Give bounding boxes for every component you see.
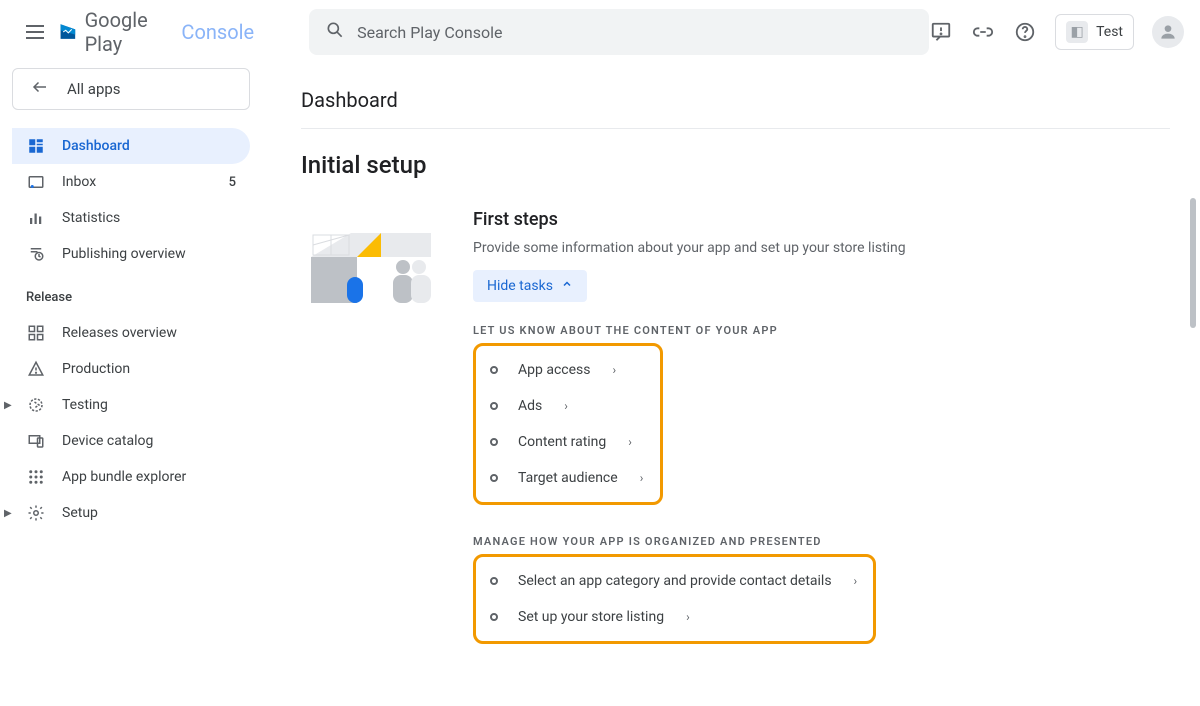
sidebar-item-setup[interactable]: ▶ Setup: [12, 495, 250, 531]
topbar: Google Play Console ◧ Test: [0, 0, 1200, 64]
search-box[interactable]: [309, 9, 929, 55]
task-status-icon: [490, 438, 498, 446]
sidebar-item-label: Publishing overview: [62, 246, 186, 262]
sidebar-item-testing[interactable]: ▶ Testing: [12, 387, 250, 423]
publishing-icon: [26, 244, 46, 264]
hamburger-menu-icon[interactable]: [24, 20, 46, 44]
task-group-label-manage: MANAGE HOW YOUR APP IS ORGANIZED AND PRE…: [473, 535, 1200, 548]
sidebar-item-inbox[interactable]: Inbox 5: [12, 164, 250, 200]
task-label: App access: [518, 362, 590, 378]
releases-icon: [26, 323, 46, 343]
sidebar: All apps Dashboard Inbox 5 Statistics Pu…: [0, 64, 260, 706]
testing-icon: [26, 395, 46, 415]
link-icon[interactable]: [971, 20, 995, 44]
chevron-right-icon: ›: [564, 399, 568, 413]
page-title: Dashboard: [301, 64, 1200, 128]
chevron-right-icon: ›: [612, 363, 616, 377]
task-label: Select an app category and provide conta…: [518, 573, 832, 589]
task-status-icon: [490, 402, 498, 410]
search-icon: [325, 20, 345, 44]
hide-tasks-button[interactable]: Hide tasks: [473, 270, 587, 302]
task-label: Ads: [518, 398, 542, 414]
sidebar-item-production[interactable]: Production: [12, 351, 250, 387]
task-app-category[interactable]: Select an app category and provide conta…: [480, 563, 863, 599]
sidebar-item-app-bundle[interactable]: App bundle explorer: [12, 459, 250, 495]
avatar[interactable]: [1152, 16, 1184, 48]
feedback-icon[interactable]: [929, 20, 953, 44]
task-content-rating[interactable]: Content rating ›: [480, 424, 650, 460]
sidebar-item-device-catalog[interactable]: Device catalog: [12, 423, 250, 459]
hide-tasks-label: Hide tasks: [487, 278, 553, 294]
search-input[interactable]: [357, 23, 913, 42]
chevron-right-icon: ›: [854, 574, 858, 588]
sidebar-item-label: App bundle explorer: [62, 469, 186, 485]
sidebar-item-label: Dashboard: [62, 138, 130, 154]
gear-icon: [26, 503, 46, 523]
statistics-icon: [26, 208, 46, 228]
sidebar-item-label: Device catalog: [62, 433, 153, 449]
task-store-listing[interactable]: Set up your store listing ›: [480, 599, 863, 635]
inbox-icon: [26, 172, 46, 192]
all-apps-button[interactable]: All apps: [12, 68, 250, 110]
chevron-right-icon: ›: [628, 435, 632, 449]
sidebar-item-dashboard[interactable]: Dashboard: [12, 128, 250, 164]
arrow-left-icon: [31, 78, 49, 100]
sidebar-item-label: Statistics: [62, 210, 120, 226]
task-group-label-content: LET US KNOW ABOUT THE CONTENT OF YOUR AP…: [473, 324, 1200, 337]
sidebar-section-release: Release: [12, 272, 250, 315]
main-content: Dashboard Initial setup: [260, 64, 1200, 706]
chevron-right-icon: ▶: [4, 508, 12, 519]
device-icon: [26, 431, 46, 451]
first-steps-heading: First steps: [473, 209, 1200, 230]
sidebar-item-label: Testing: [62, 397, 108, 413]
task-label: Target audience: [518, 470, 618, 486]
task-label: Content rating: [518, 434, 606, 450]
scrollbar[interactable]: [1190, 198, 1196, 328]
sidebar-item-releases-overview[interactable]: Releases overview: [12, 315, 250, 351]
chevron-up-icon: [561, 278, 573, 294]
task-status-icon: [490, 613, 498, 621]
task-app-access[interactable]: App access ›: [480, 352, 650, 388]
logo[interactable]: Google Play Console: [58, 8, 254, 56]
task-target-audience[interactable]: Target audience ›: [480, 460, 650, 496]
dashboard-icon: [26, 136, 46, 156]
task-status-icon: [490, 577, 498, 585]
app-selector-button[interactable]: ◧ Test: [1055, 14, 1134, 50]
task-status-icon: [490, 474, 498, 482]
topbar-actions: ◧ Test: [929, 14, 1184, 50]
task-ads[interactable]: Ads ›: [480, 388, 650, 424]
help-icon[interactable]: [1013, 20, 1037, 44]
all-apps-label: All apps: [67, 80, 121, 98]
app-selector-label: Test: [1096, 24, 1123, 40]
section-title: Initial setup: [301, 129, 1200, 209]
chevron-right-icon: ▶: [4, 400, 12, 411]
sidebar-item-label: Production: [62, 361, 130, 377]
production-icon: [26, 359, 46, 379]
task-label: Set up your store listing: [518, 609, 664, 625]
task-group-manage: Select an app category and provide conta…: [473, 554, 876, 644]
chevron-right-icon: ›: [686, 610, 690, 624]
logo-text-secondary: Console: [181, 20, 254, 44]
sidebar-item-label: Inbox: [62, 174, 96, 190]
bundle-icon: [26, 467, 46, 487]
logo-text-primary: Google Play: [85, 8, 176, 56]
task-status-icon: [490, 366, 498, 374]
sidebar-item-label: Setup: [62, 505, 98, 521]
illustration: [301, 215, 441, 315]
sidebar-item-publishing[interactable]: Publishing overview: [12, 236, 250, 272]
android-icon: ◧: [1066, 21, 1088, 43]
task-group-content: App access › Ads › Content rating › Target …: [473, 343, 663, 505]
chevron-right-icon: ›: [640, 471, 644, 485]
play-console-logo-icon: [58, 20, 79, 44]
first-steps-description: Provide some information about your app …: [473, 240, 1200, 256]
sidebar-item-statistics[interactable]: Statistics: [12, 200, 250, 236]
inbox-badge: 5: [229, 175, 236, 190]
sidebar-item-label: Releases overview: [62, 325, 177, 341]
